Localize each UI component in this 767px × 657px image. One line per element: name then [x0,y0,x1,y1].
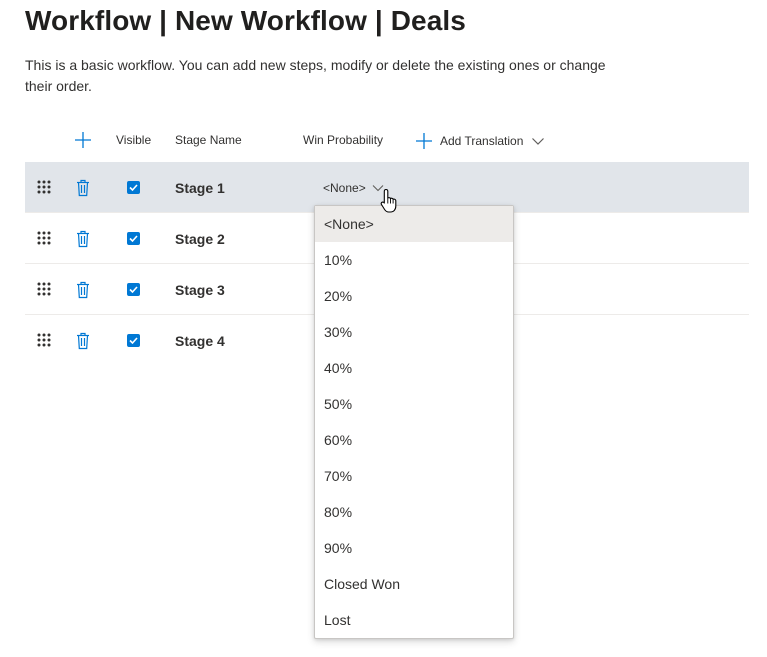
column-header-stage-name: Stage Name [175,133,242,147]
chevron-down-icon [532,138,545,145]
visible-checkbox[interactable] [127,334,140,347]
visible-checkbox[interactable] [127,283,140,296]
add-stage-plus-icon[interactable] [73,130,93,150]
win-probability-select[interactable]: <None> [323,181,384,195]
trash-icon[interactable] [75,281,91,299]
checkmark-icon [129,184,138,192]
column-header-win-probability: Win Probability [303,133,384,147]
win-probability-value: <None> [323,181,366,195]
page-title: Workflow | New Workflow | Deals [25,5,466,36]
checkmark-icon [129,337,138,345]
dropdown-option-50[interactable]: 50% [315,386,513,422]
drag-handle-icon[interactable] [36,230,52,246]
stage-name: Stage 4 [175,333,225,349]
dropdown-option-20[interactable]: 20% [315,278,513,314]
dropdown-option-lost[interactable]: Lost [315,602,513,638]
trash-icon[interactable] [75,332,91,350]
dropdown-option-80[interactable]: 80% [315,494,513,530]
stage-name: Stage 1 [175,180,225,196]
plus-icon [416,133,432,149]
dropdown-option-60[interactable]: 60% [315,422,513,458]
dropdown-option-10[interactable]: 10% [315,242,513,278]
drag-handle-icon[interactable] [36,179,52,195]
dropdown-option-90[interactable]: 90% [315,530,513,566]
trash-icon[interactable] [75,230,91,248]
dropdown-option-none[interactable]: <None> [315,206,513,242]
page-description: This is a basic workflow. You can add ne… [25,57,606,94]
checkmark-icon [129,235,138,243]
column-header-visible: Visible [116,133,152,147]
win-probability-dropdown: <None> 10% 20% 30% 40% 50% 60% 70% 80% 9… [314,205,514,639]
stage-name: Stage 2 [175,231,225,247]
dropdown-option-closed-won[interactable]: Closed Won [315,566,513,602]
dropdown-option-40[interactable]: 40% [315,350,513,386]
stage-name: Stage 3 [175,282,225,298]
dropdown-option-70[interactable]: 70% [315,458,513,494]
add-translation-button[interactable]: Add Translation [414,130,545,152]
drag-handle-icon[interactable] [36,281,52,297]
table-header: Visible Stage Name Win Probability Add T… [0,128,767,154]
drag-handle-icon[interactable] [36,332,52,348]
visible-checkbox[interactable] [127,232,140,245]
chevron-down-icon [372,185,384,192]
dropdown-option-30[interactable]: 30% [315,314,513,350]
visible-checkbox[interactable] [127,181,140,194]
add-translation-label: Add Translation [440,134,524,148]
checkmark-icon [129,286,138,294]
trash-icon[interactable] [75,179,91,197]
